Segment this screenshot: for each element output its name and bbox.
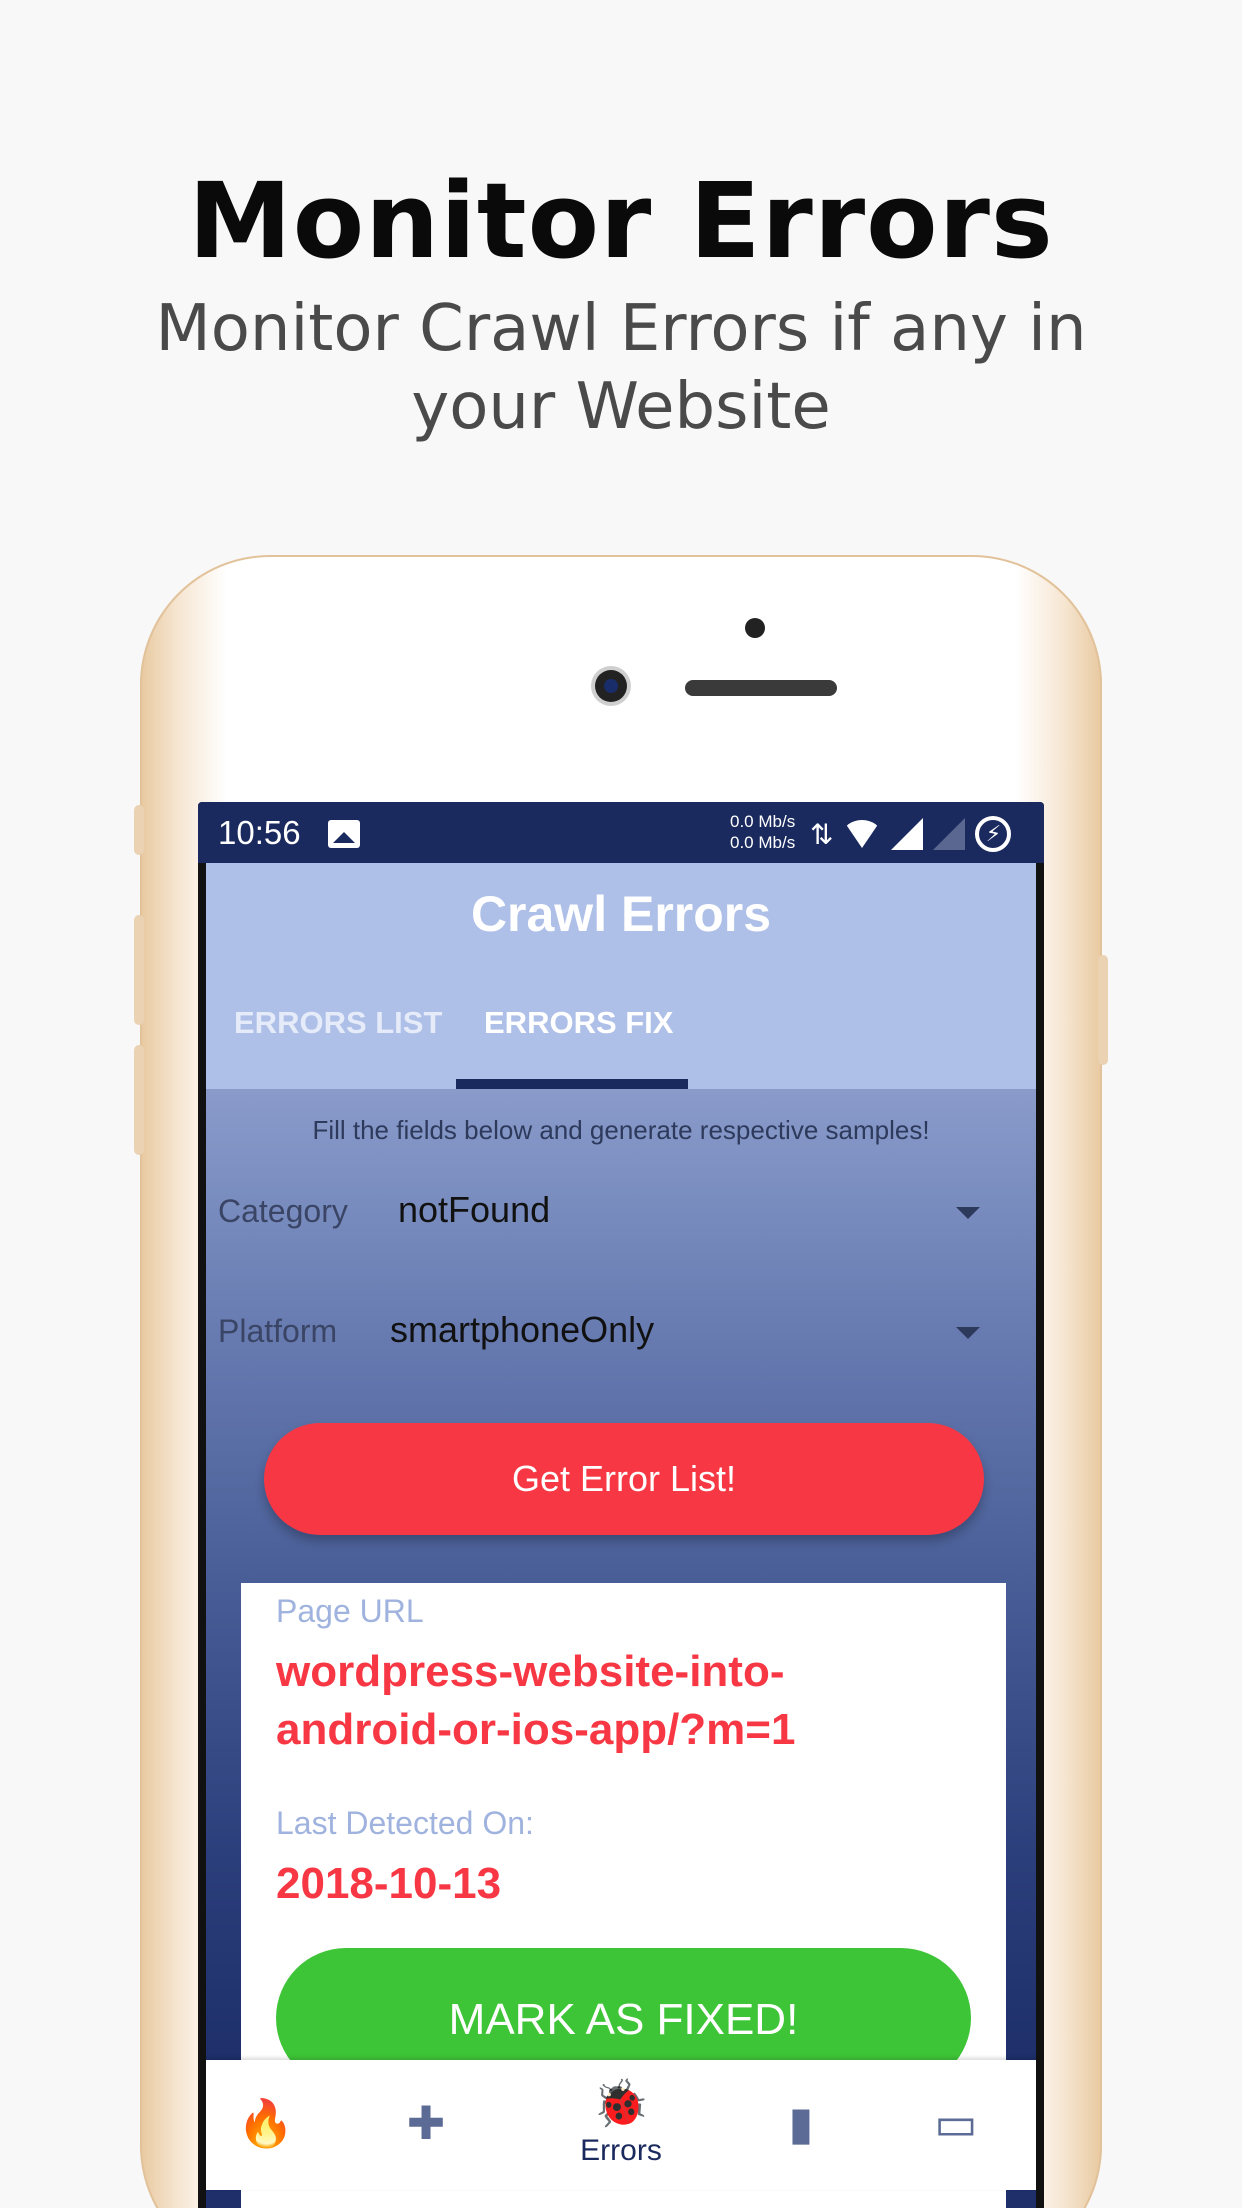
platform-select[interactable]: smartphoneOnly (390, 1309, 654, 1351)
status-bar: 10:56 0.0 Mb/s 0.0 Mb/s ⇅ ⚡ (198, 802, 1044, 863)
tab-errors-list[interactable]: ERRORS LIST (234, 1005, 442, 1041)
detected-label: Last Detected On: (276, 1805, 534, 1841)
web-icon: ▭ (934, 2097, 978, 2149)
chevron-down-icon[interactable] (956, 1207, 980, 1219)
data-arrows-icon: ⇅ (810, 818, 834, 850)
nav-item-web[interactable]: ▭ (896, 2060, 1016, 2190)
battery-charging-icon: ⚡ (975, 816, 1012, 852)
chevron-down-icon[interactable] (956, 1327, 980, 1339)
image-icon (328, 820, 360, 848)
signal-off-icon (933, 818, 966, 850)
status-time: 10:56 (218, 814, 301, 851)
nav-item-dumbbell[interactable]: ✚ (366, 2060, 486, 2190)
signal-icon (891, 818, 924, 850)
app-title: Crawl Errors (470, 886, 772, 942)
category-label: Category (218, 1193, 348, 1229)
app-bar: Crawl Errors ERRORS LIST ERRORS FIX (206, 863, 1036, 1089)
wifi-icon (843, 820, 882, 848)
phone-screen: 10:56 0.0 Mb/s 0.0 Mb/s ⇅ ⚡ Crawl Errors… (198, 802, 1044, 2208)
platform-label: Platform (218, 1313, 338, 1349)
speed-up: 0.0 Mb/s (730, 812, 796, 831)
network-speed: 0.0 Mb/s 0.0 Mb/s (730, 811, 795, 853)
volume-up-button (134, 915, 144, 1025)
dumbbell-icon: ✚ (406, 2097, 446, 2149)
status-icons: ⇅ ⚡ (810, 814, 1012, 854)
nav-item-map[interactable]: ▮ (741, 2060, 861, 2190)
detected-value: 2018-10-13 (276, 1859, 502, 1908)
page-url-label: Page URL (276, 1593, 424, 1629)
speed-down: 0.0 Mb/s (730, 833, 796, 852)
earpiece-speaker (685, 680, 837, 696)
nav-item-fire[interactable]: 🔥 (206, 2060, 326, 2190)
tab-errors-fix[interactable]: ERRORS FIX (484, 1005, 673, 1041)
tab-indicator (456, 1079, 688, 1089)
power-button (1098, 955, 1108, 1065)
bottom-navigation: 🔥 ✚ 🐞 Errors ▮ ▭ (206, 2060, 1036, 2190)
bug-icon: 🐞 (592, 2077, 650, 2129)
mute-switch (134, 805, 144, 855)
page-url-value: wordpress-website-into-android-or-ios-ap… (276, 1647, 796, 1754)
nav-item-errors[interactable]: 🐞 Errors (561, 2060, 681, 2190)
proximity-sensor (745, 618, 765, 638)
nav-label-errors: Errors (580, 2134, 662, 2167)
crawl-errors-app: Crawl Errors ERRORS LIST ERRORS FIX Fill… (206, 863, 1036, 2208)
category-select[interactable]: notFound (398, 1189, 550, 1231)
fire-icon: 🔥 (237, 2097, 295, 2149)
volume-down-button (134, 1045, 144, 1155)
phone-frame: 10:56 0.0 Mb/s 0.0 Mb/s ⇅ ⚡ Crawl Errors… (134, 555, 1108, 2208)
map-icon: ▮ (788, 2097, 814, 2149)
promo-headline: Monitor Errors (188, 160, 1054, 282)
promo-subline: Monitor Crawl Errors if any in your Webs… (155, 292, 1087, 444)
get-error-list-button[interactable]: Get Error List! (264, 1423, 984, 1535)
front-camera (595, 670, 627, 702)
form-hint: Fill the fields below and generate respe… (312, 1115, 930, 1145)
